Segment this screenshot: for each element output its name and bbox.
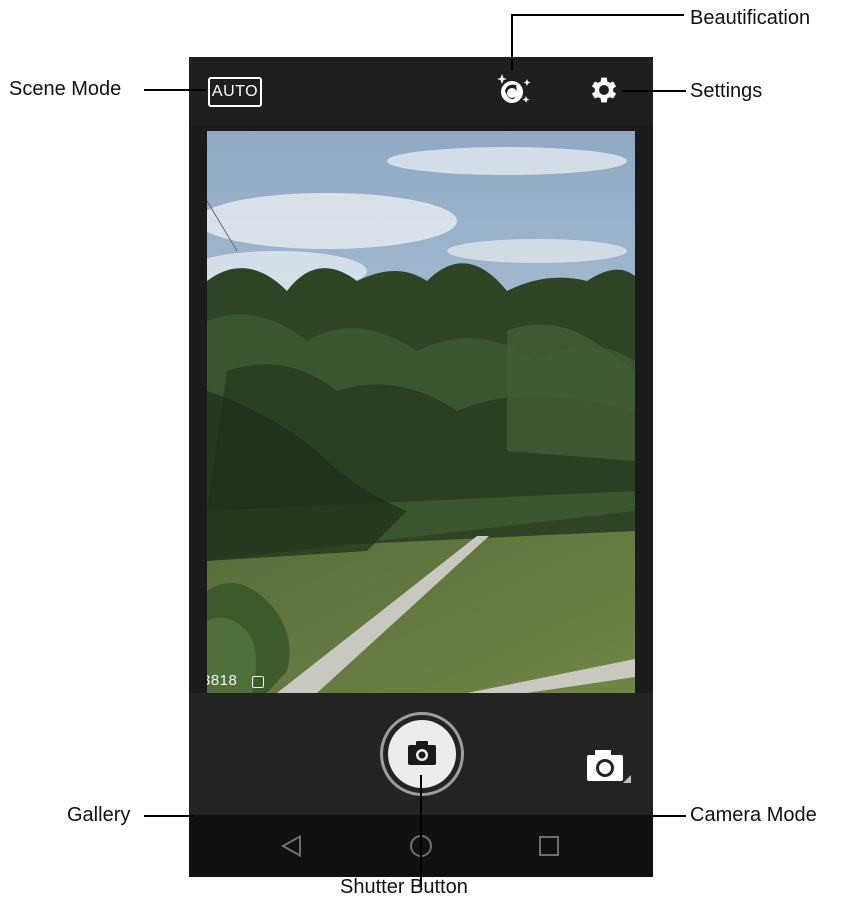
face-sparkle-icon [497, 74, 531, 103]
scene-preview-image [207, 131, 635, 693]
photo-count: 3818 [207, 672, 238, 689]
leader-line-beautification-h [511, 14, 684, 16]
annotation-gallery: Gallery [67, 804, 131, 826]
nav-back-button[interactable] [280, 834, 301, 858]
annotation-shutter-button: Shutter Button [340, 876, 468, 898]
recents-square-icon [539, 836, 559, 856]
annotation-settings: Settings [690, 80, 763, 102]
nav-recents-button[interactable] [539, 836, 559, 856]
camera-icon [408, 741, 436, 765]
shutter-button[interactable] [388, 720, 456, 788]
settings-button[interactable] [587, 73, 621, 107]
annotation-camera-mode: Camera Mode [690, 804, 817, 826]
scene-mode-button[interactable]: AUTO [208, 77, 262, 107]
leader-line-settings [622, 90, 686, 92]
annotation-beautification: Beautification [690, 7, 811, 29]
leader-line-beautification-v [511, 14, 513, 70]
beautification-button[interactable] [494, 69, 534, 109]
image-icon [252, 676, 264, 688]
leader-line-scene-mode [144, 89, 206, 91]
leader-line-camera-mode [653, 815, 686, 817]
camera-app-screen: AUTO 818 [189, 57, 653, 877]
camera-viewfinder[interactable]: 3818 [207, 131, 635, 693]
gear-icon [591, 77, 617, 103]
top-bar: AUTO [189, 57, 653, 125]
leader-line-shutter [420, 775, 422, 887]
annotation-scene-mode: Scene Mode [9, 78, 122, 100]
back-triangle-icon [280, 834, 301, 858]
camera-mode-button[interactable] [585, 741, 633, 785]
leader-line-gallery [144, 815, 194, 817]
camera-switch-icon [587, 750, 631, 783]
